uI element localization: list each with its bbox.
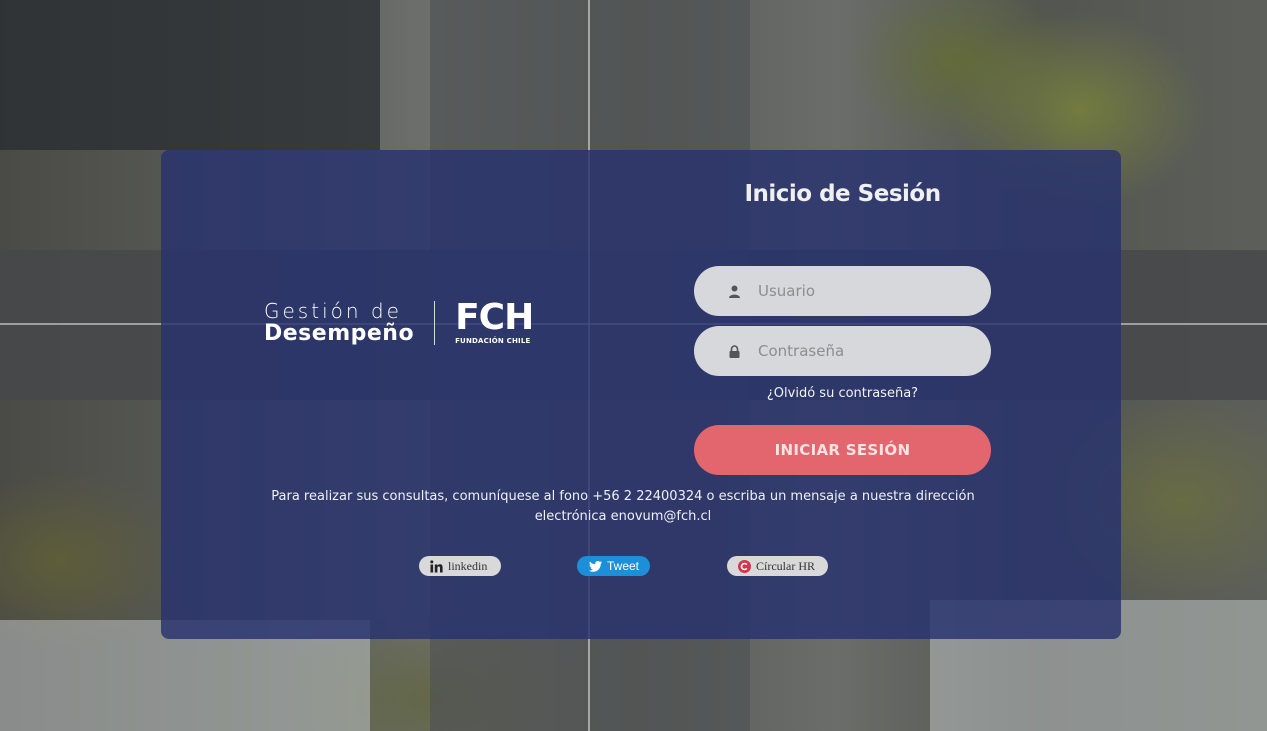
fch-subtitle: FUNDACIÓN CHILE [455,337,531,345]
linkedin-icon [430,559,443,573]
logo-divider [434,300,436,345]
lock-icon [727,344,741,358]
fch-mark: FCH [455,297,534,338]
password-input[interactable] [756,341,960,361]
tweet-label: Tweet [607,559,640,573]
user-icon [727,284,741,298]
fch-logo: FCH FUNDACIÓN CHILE [455,297,534,345]
twitter-icon [589,560,602,572]
contact-info: Para realizar sus consultas, comuníquese… [271,489,975,524]
login-button[interactable]: INICIAR SESIÓN [694,425,991,475]
login-title: Inicio de Sesión [744,181,941,207]
circular-hr-label: Círcular HR [756,558,815,573]
building-block [0,0,380,150]
forgot-password-link[interactable]: ¿Olvidó su contraseña? [694,386,991,401]
brand-logo: Gestión de Desempeño FCH FUNDACIÓN CHILE [264,297,534,345]
password-field[interactable] [694,326,991,376]
logo-line-1: Gestión de [264,298,402,323]
gestion-desempeno-logo: Gestión de Desempeño [264,301,414,345]
circular-hr-button[interactable]: Círcular HR [727,556,828,576]
linkedin-button[interactable]: linkedin [419,556,501,576]
username-field[interactable] [694,266,991,316]
logo-line-2: Desempeño [264,320,415,346]
tweet-button[interactable]: Tweet [577,556,650,576]
linkedin-label: linkedin [448,558,488,573]
username-input[interactable] [756,281,960,301]
circular-hr-icon [738,559,751,573]
